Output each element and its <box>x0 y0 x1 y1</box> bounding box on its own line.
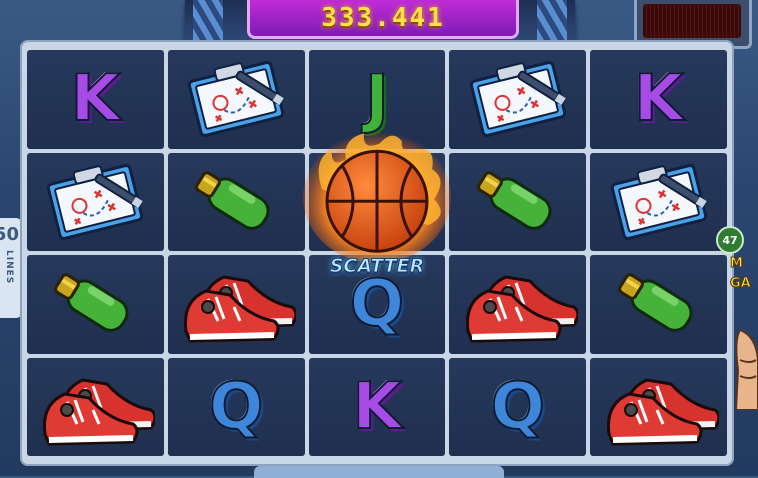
bottle-icon <box>54 273 129 333</box>
reel-cell <box>27 357 164 456</box>
sneakers-icon <box>606 378 719 446</box>
symbol-bottle <box>188 164 284 240</box>
symbol-clipboard <box>466 59 570 139</box>
led-panel <box>643 4 741 38</box>
clipboard-icon <box>188 61 285 138</box>
mascot-hand-icon <box>736 330 758 410</box>
reel-cell: K <box>590 50 727 149</box>
symbol-j: J <box>364 62 390 137</box>
reel-cell <box>449 255 587 354</box>
sneakers-icon <box>43 378 156 446</box>
reel-cell <box>449 152 587 251</box>
symbol-k: K <box>351 369 403 444</box>
clipboard-icon <box>469 61 566 138</box>
symbol-bottle <box>611 266 707 342</box>
symbol-bottle <box>470 164 566 240</box>
symbol-sneakers <box>35 364 156 450</box>
symbol-k: K <box>70 62 122 137</box>
bottle-icon <box>617 273 693 333</box>
bottle-icon <box>195 171 270 230</box>
reel-cell <box>590 255 727 354</box>
reel-cell <box>167 152 305 251</box>
symbol-sneakers <box>458 261 578 347</box>
feature-count: 47 <box>716 226 744 254</box>
sneakers-icon <box>465 275 578 343</box>
scatter-label: SCATTER <box>329 254 425 277</box>
clipboard-icon <box>47 163 144 240</box>
symbol-sneakers <box>176 261 297 347</box>
win-meter: 333.441 <box>247 0 519 39</box>
reel-cell <box>27 152 164 251</box>
reel-cell <box>449 50 587 149</box>
paylines-label: LINES <box>4 250 14 285</box>
reel-cell: SCATTER <box>302 130 451 277</box>
paylines-indicator: 50 LINES <box>0 218 22 318</box>
symbol-clipboard <box>43 162 147 242</box>
flaming-basketball-icon <box>302 130 451 263</box>
sneakers-icon <box>184 275 297 343</box>
reel-cell: Q <box>449 357 587 456</box>
reel-cell: K <box>308 357 446 456</box>
symbol-k: K <box>633 62 685 137</box>
decorative-stripe <box>193 0 223 40</box>
feature-label-line2: GA <box>730 276 752 292</box>
top-bar: 333.441 <box>185 0 575 44</box>
feature-label: M GA <box>730 254 752 294</box>
symbol-sneakers <box>599 364 719 450</box>
reel-cell <box>590 357 727 456</box>
feature-label-line1: M <box>730 256 744 272</box>
reel-cell <box>590 152 727 251</box>
symbol-bottle <box>47 266 143 342</box>
symbol-clipboard <box>607 162 711 242</box>
scatter-symbol: SCATTER <box>302 129 452 277</box>
reel-cell <box>167 50 305 149</box>
reel-cell: Q <box>167 357 305 456</box>
win-value: 333.441 <box>321 3 445 33</box>
bottle-icon <box>476 171 552 230</box>
feature-badge[interactable]: 47 M GA <box>716 226 758 296</box>
symbol-clipboard <box>184 59 288 139</box>
reel-cell <box>27 255 164 354</box>
symbol-q: Q <box>490 369 546 444</box>
bottom-tab <box>254 466 504 478</box>
symbol-q: Q <box>349 267 405 342</box>
symbol-q: Q <box>208 369 264 444</box>
clipboard-icon <box>610 163 707 240</box>
reel-cell <box>167 255 305 354</box>
reel-cell: K <box>27 50 164 149</box>
reel-grid: K J K SCATTER Q Q K Q <box>27 50 727 456</box>
paylines-count: 50 <box>0 224 20 245</box>
decorative-stripe <box>537 0 567 40</box>
